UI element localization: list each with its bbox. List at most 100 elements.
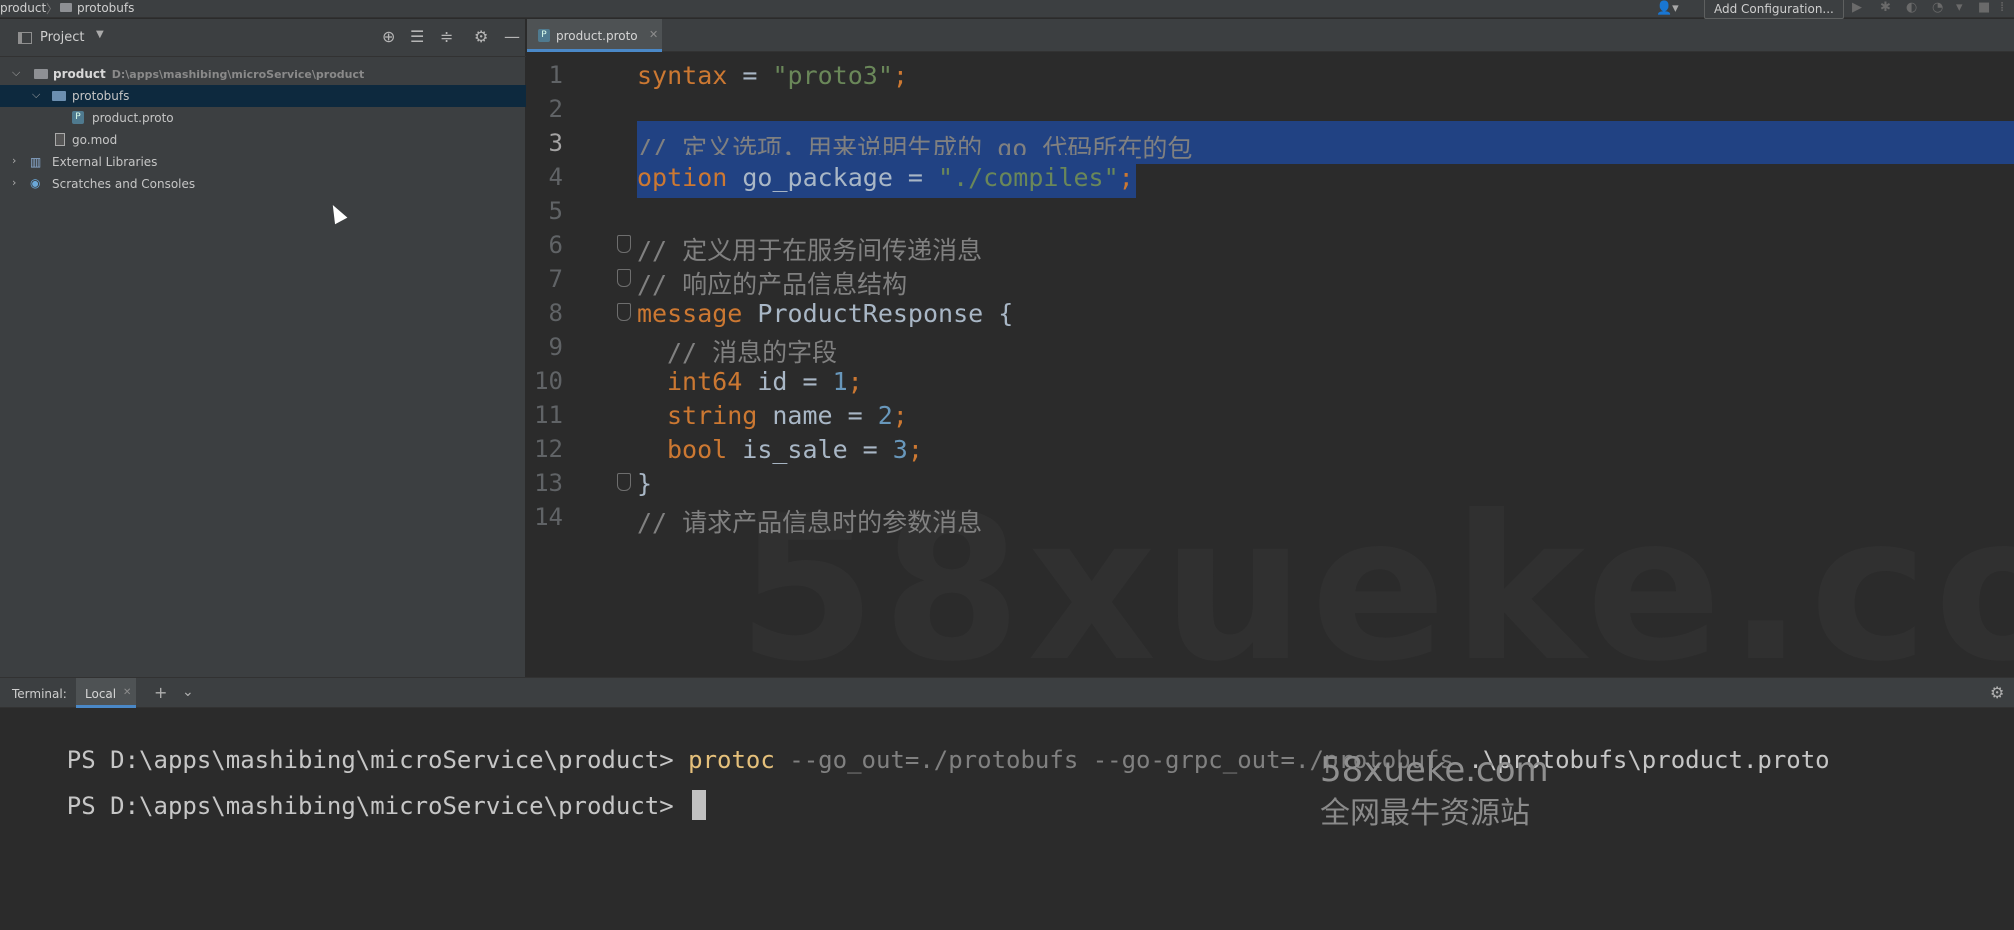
close-icon[interactable]: ✕ <box>649 28 658 41</box>
chevron-down-icon[interactable]: ⌵ <box>12 66 20 80</box>
tree-item-label: Scratches and Consoles <box>52 177 196 191</box>
run-icon[interactable]: ▶ <box>1852 0 1862 15</box>
project-panel-icon <box>18 32 32 44</box>
code-token: ; <box>1118 163 1134 192</box>
fold-icon[interactable] <box>617 473 631 491</box>
tree-item-scratches[interactable]: › ◉ Scratches and Consoles <box>0 173 526 195</box>
go-mod-file-icon <box>55 133 65 146</box>
code-token: ; <box>907 435 923 464</box>
watermark-slogan: 全网最牛资源站 <box>1320 796 1530 831</box>
tree-item-path: D:\apps\mashibing\microService\product <box>111 68 365 81</box>
expand-all-icon[interactable]: ☰ <box>410 27 424 46</box>
code-token: ; <box>892 401 908 430</box>
terminal-label: Terminal: <box>12 687 67 701</box>
debug-icon[interactable]: ✱ <box>1880 0 1891 15</box>
proto-file-icon: P <box>72 111 84 124</box>
line-number: 9 <box>548 333 563 361</box>
line-number: 13 <box>534 469 563 497</box>
code-comment: // 请求产品信息时的参数消息 <box>637 508 983 537</box>
code-token: 3 <box>892 435 908 464</box>
chevron-right-icon[interactable]: › <box>12 176 16 189</box>
code-token: ProductResponse { <box>742 299 1014 328</box>
line-number: 11 <box>534 401 563 429</box>
breadcrumb-protobufs[interactable]: protobufs <box>77 1 134 15</box>
chevron-right-icon[interactable]: › <box>12 154 16 167</box>
code-token: } <box>637 469 653 498</box>
navigation-bar: product 〉 protobufs 👤▾ Add Configuration… <box>0 0 2014 19</box>
add-icon[interactable]: + <box>154 683 167 702</box>
breadcrumb-separator-icon: 〉 <box>46 2 59 16</box>
coverage-icon[interactable]: ◐ <box>1906 0 1917 15</box>
line-number: 3 <box>548 129 563 157</box>
project-panel: Project ▼ ⊕ ☰ ≑ ⚙ — ⌵ product D:\apps\mas… <box>0 19 526 677</box>
chevron-down-icon[interactable]: ⌄ <box>182 684 194 700</box>
line-number: 8 <box>548 299 563 327</box>
code-area[interactable]: 58xueke.com 1 syntax = "proto3"; 2 3 // … <box>527 53 2014 677</box>
code-token: int64 <box>667 367 743 396</box>
code-token: = <box>727 61 773 90</box>
tree-item-label: protobufs <box>72 89 130 103</box>
tab-product-proto[interactable]: P product.proto ✕ <box>527 19 662 52</box>
add-configuration-button[interactable]: Add Configuration... <box>1704 0 1844 19</box>
folder-icon <box>60 3 72 12</box>
code-token: option <box>637 163 728 192</box>
terminal-line[interactable]: PS D:\apps\mashibing\microService\produc… <box>9 762 707 848</box>
hide-panel-icon[interactable]: — <box>504 27 520 46</box>
code-token: id = <box>742 367 833 396</box>
code-token: message <box>637 299 743 328</box>
code-token: name = <box>757 401 878 430</box>
tree-item-label: External Libraries <box>52 155 158 169</box>
breadcrumb-product[interactable]: product <box>0 1 46 15</box>
chevron-down-icon[interactable]: ▼ <box>96 29 104 40</box>
tree-item-go-mod[interactable]: go.mod <box>0 129 526 151</box>
tree-item-label: product.proto <box>92 111 174 125</box>
chevron-down-icon[interactable]: ⌵ <box>32 88 40 102</box>
tab-local[interactable]: Local ✕ <box>76 678 136 708</box>
terminal-prompt: PS D:\apps\mashibing\microService\produc… <box>66 792 689 820</box>
line-number: 7 <box>548 265 563 293</box>
profile-icon[interactable]: ◔ <box>1932 0 1943 15</box>
stop-icon[interactable]: ■ <box>1978 0 1990 15</box>
terminal-panel: Terminal: Local ✕ + ⌄ ⚙ PS D:\apps\mashi… <box>0 677 2014 930</box>
editor-tab-bar: P product.proto ✕ <box>527 19 2014 52</box>
line-number: 10 <box>534 367 563 395</box>
line-number: 1 <box>548 61 563 89</box>
code-token: 2 <box>877 401 893 430</box>
fold-icon[interactable] <box>617 269 631 287</box>
tree-item-product-proto[interactable]: P product.proto <box>0 107 526 129</box>
folder-icon <box>52 91 66 101</box>
terminal-tab-bar: Terminal: Local ✕ + ⌄ ⚙ <box>0 678 2014 708</box>
watermark-site: 58xueke.com <box>1320 750 1549 790</box>
code-token: ; <box>892 61 908 90</box>
line-number: 2 <box>548 95 563 123</box>
library-icon: ▥ <box>30 155 42 169</box>
project-title[interactable]: Project <box>40 30 84 45</box>
editor-panel: P product.proto ✕ 58xueke.com 1 syntax =… <box>527 19 2014 677</box>
search-everywhere-icon[interactable]: ⁞ <box>2000 0 2004 15</box>
line-number: 14 <box>534 503 563 531</box>
tree-item-external-libraries[interactable]: › ▥ External Libraries <box>0 151 526 173</box>
line-number: 12 <box>534 435 563 463</box>
tab-label: product.proto <box>556 29 638 43</box>
tree-item-protobufs[interactable]: ⌵ protobufs <box>0 85 526 107</box>
code-token: go_package = <box>727 163 939 192</box>
fold-icon[interactable] <box>617 303 631 321</box>
tree-item-product[interactable]: ⌵ product D:\apps\mashibing\microService\… <box>0 63 526 85</box>
line-number: 6 <box>548 231 563 259</box>
fold-icon[interactable] <box>617 235 631 253</box>
watermark: 58xueke.com 全网最牛资源站 <box>1320 748 1549 836</box>
code-line[interactable]: 14 // 请求产品信息时的参数消息 <box>527 495 2014 538</box>
collapse-all-icon[interactable]: ≑ <box>440 27 453 46</box>
code-token: "proto3" <box>772 61 893 90</box>
code-token: ; <box>847 367 863 396</box>
locate-icon[interactable]: ⊕ <box>382 27 395 46</box>
gear-icon[interactable]: ⚙ <box>1990 683 2004 702</box>
user-icon[interactable]: 👤▾ <box>1656 1 1679 16</box>
line-number: 5 <box>548 197 563 225</box>
folder-icon <box>34 69 48 79</box>
code-token: 1 <box>832 367 848 396</box>
gear-icon[interactable]: ⚙ <box>474 27 488 46</box>
code-token: syntax <box>637 61 728 90</box>
more-run-icon[interactable]: ▾ <box>1956 0 1963 15</box>
close-icon[interactable]: ✕ <box>123 687 131 698</box>
